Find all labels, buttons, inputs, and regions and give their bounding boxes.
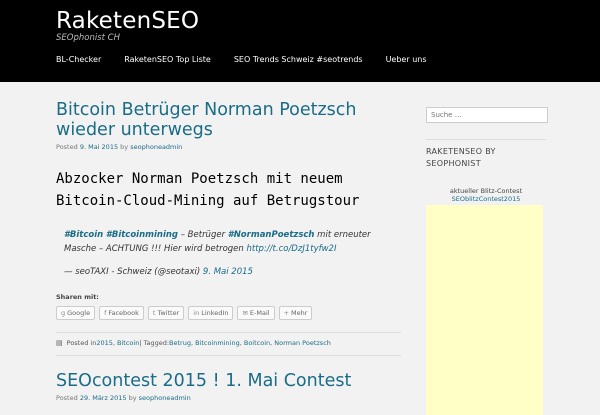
tag-link-boitcoin[interactable]: Boitcoin [244,339,270,347]
tag-link-bitcoinmining[interactable]: Bitcoinmining [195,339,240,347]
post-article-2: SEOcontest 2015 ! 1. Mai Contest Posted … [56,371,401,402]
embedded-tweet: #Bitcoin #Bitcoinmining – Betrüger #Norm… [64,228,401,279]
share-button-label: Twitter [157,309,180,317]
tag-link-betrug[interactable]: Betrug [169,339,191,347]
tweet-citation: — seoTAXI - Schweiz (@seotaxi) 9. Mai 20… [64,265,401,279]
facebook-icon: f [104,309,107,317]
post-article: Bitcoin Betrüger Norman Poetzsch wieder … [56,100,401,356]
contest-link[interactable]: SEOblitzContest2015 [426,195,546,203]
post-meta-2: Posted 29. März 2015 by seophoneadmin [56,394,401,402]
site-description: SEOphonist CH [56,33,120,43]
twitter-icon: t [152,309,156,317]
contest-banner[interactable] [426,205,543,415]
share-button-label: LinkedIn [201,309,229,317]
share-button-label: E-Mail [249,309,270,317]
widget-title: RAKETENSEO BY SEOPHONIST [426,139,546,170]
share-button-label: Facebook [108,309,139,317]
post-title-2[interactable]: SEOcontest 2015 ! 1. Mai Contest [56,371,401,391]
tagged-label: | Tagged: [139,339,170,347]
share-email-button[interactable]: ✉ E-Mail [237,306,275,320]
share-buttons: g Google f Facebook t Twitter in LinkedIn ✉ E… [56,306,401,320]
main-nav: BL-Checker RaketenSEO Top Liste SEO Tren… [56,55,450,64]
posted-in-label: Posted in [66,339,97,347]
hashtag-bitcoin[interactable]: #Bitcoin [64,230,103,240]
tweet-text-1: – Betrüger [178,230,228,240]
meta-posted-label: Posted [56,143,78,151]
tag-link-norman-poetzsch[interactable]: Norman Poetzsch [274,339,331,347]
post-footer-meta: ▤ Posted in 2015, Bitcoin | Tagged: Betr… [56,332,401,347]
plus-icon: + [283,309,290,317]
hashtag-normanpoetzsch[interactable]: #NormanPoetzsch [228,230,315,240]
post-lead-heading: Abzocker Norman Poetzsch mit neuem Bitco… [56,171,360,209]
post-meta: Posted 9. Mai 2015 by seophoneadmin [56,143,401,151]
meta-by-label: by [128,394,137,402]
nav-item-ueber-uns[interactable]: Ueber uns [386,55,427,64]
share-button-label: Google [67,309,91,317]
post-author-link[interactable]: seophoneadmin [130,143,182,151]
share-twitter-button[interactable]: t Twitter [147,306,185,320]
tweet-link[interactable]: http://t.co/DzJ1tyfw2I [247,244,337,254]
meta-by-label: by [120,143,129,151]
tweet-cite-text: — seoTAXI - Schweiz (@seotaxi) [64,267,203,277]
meta-posted-label: Posted [56,394,78,402]
post-author-link-2[interactable]: seophoneadmin [139,394,191,402]
linkedin-icon: in [193,309,200,317]
tweet-date-link[interactable]: 9. Mai 2015 [203,267,253,277]
post-date-link-2[interactable]: 29. März 2015 [80,394,127,402]
nav-item-seo-trends[interactable]: SEO Trends Schweiz #seotrends [234,55,363,64]
hashtag-bitcoinmining[interactable]: #Bitcoinmining [106,230,178,240]
nav-item-bl-checker[interactable]: BL-Checker [56,55,101,64]
share-facebook-button[interactable]: f Facebook [99,306,144,320]
sidebar: RAKETENSEO BY SEOPHONIST aktueller Blitz… [426,102,548,415]
search-input[interactable] [426,107,548,123]
widget-subtitle: aktueller Blitz-Contest [449,187,523,195]
post-date-link[interactable]: 9. Mai 2015 [80,143,118,151]
share-label: Sharen mit: [56,293,99,301]
share-google-button[interactable]: g Google [56,306,96,320]
main-content: Bitcoin Betrüger Norman Poetzsch wieder … [56,100,401,402]
share-more-button[interactable]: + Mehr [278,306,313,320]
share-button-label: Mehr [291,309,308,317]
nav-item-top-liste[interactable]: RaketenSEO Top Liste [124,55,211,64]
share-linkedin-button[interactable]: in LinkedIn [188,306,234,320]
document-icon: ▤ [56,339,63,347]
post-divider [56,355,401,356]
site-title[interactable]: RaketenSEO [56,8,199,34]
category-link-bitcoin[interactable]: Bitcoin [117,339,139,347]
category-link-2015[interactable]: 2015 [96,339,113,347]
post-title[interactable]: Bitcoin Betrüger Norman Poetzsch wieder … [56,100,401,140]
site-header: RaketenSEO SEOphonist CH BL-Checker Rake… [0,0,600,82]
email-icon: ✉ [242,309,248,317]
google-icon: g [61,309,66,317]
